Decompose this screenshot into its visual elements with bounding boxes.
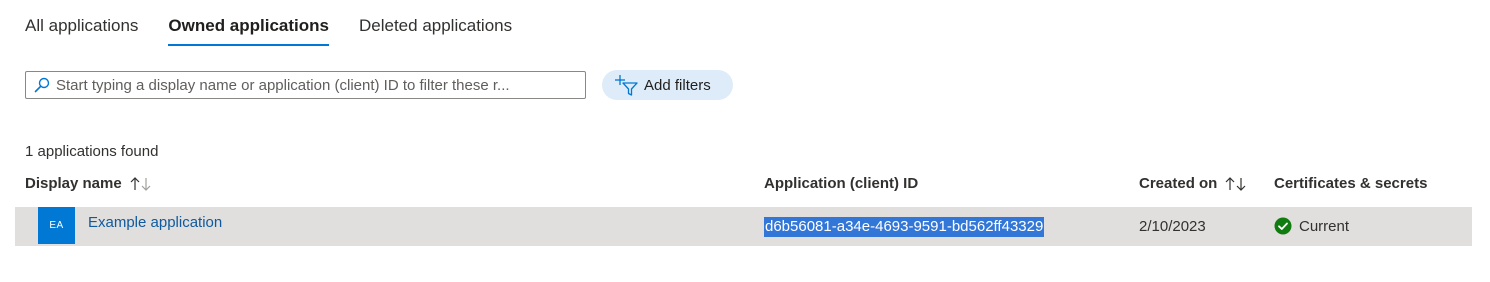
search-box[interactable]	[25, 71, 586, 99]
table-row[interactable]	[15, 207, 1472, 246]
add-filters-button[interactable]: Add filters	[602, 70, 733, 100]
app-name-link[interactable]: Example application	[88, 214, 222, 231]
certificates-status: Current	[1274, 217, 1349, 235]
avatar: EA	[38, 207, 75, 244]
search-icon	[34, 77, 50, 93]
client-id-value[interactable]: d6b56081-a34e-4693-9591-bd562ff43329	[764, 217, 1045, 237]
tab-all-applications[interactable]: All applications	[25, 14, 138, 46]
created-on-value: 2/10/2023	[1139, 218, 1206, 235]
header-client-id-label: Application (client) ID	[764, 175, 919, 192]
header-display-name-label: Display name	[25, 175, 122, 192]
add-filter-icon	[614, 73, 638, 97]
tab-bar: All applications Owned applications Dele…	[25, 14, 542, 46]
sort-icon[interactable]	[1225, 176, 1247, 192]
header-display-name[interactable]: Display name	[25, 175, 152, 192]
status-label: Current	[1299, 217, 1350, 235]
check-circle-icon	[1274, 217, 1292, 235]
results-count: 1 applications found	[25, 143, 159, 160]
search-input[interactable]	[56, 76, 577, 94]
header-certificates-label: Certificates & secrets	[1274, 175, 1428, 192]
app-registrations-page: All applications Owned applications Dele…	[0, 0, 1490, 282]
tab-deleted-applications[interactable]: Deleted applications	[359, 14, 512, 46]
sort-icon[interactable]	[130, 176, 152, 192]
tab-owned-applications[interactable]: Owned applications	[168, 14, 329, 46]
add-filters-label: Add filters	[644, 76, 711, 94]
header-client-id: Application (client) ID	[764, 175, 918, 192]
header-created-on[interactable]: Created on	[1139, 175, 1247, 192]
header-certificates-secrets: Certificates & secrets	[1274, 175, 1427, 192]
header-created-on-label: Created on	[1139, 175, 1218, 192]
